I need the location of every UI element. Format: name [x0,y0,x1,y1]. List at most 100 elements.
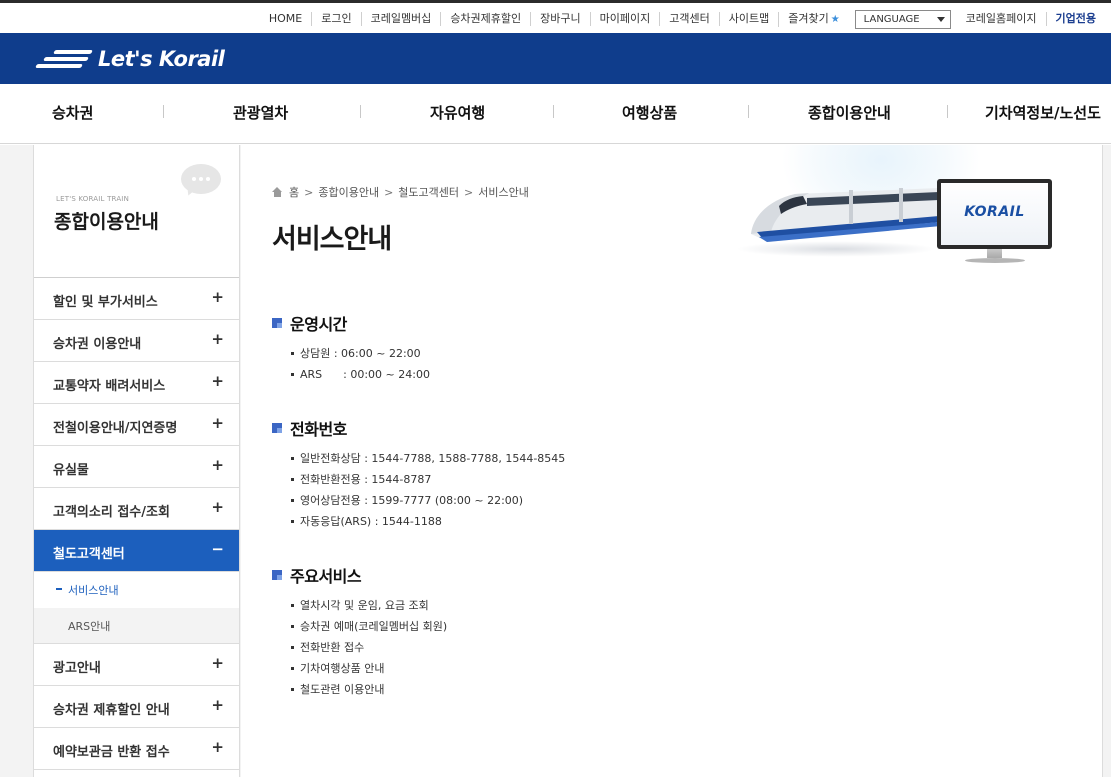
plus-icon: + [211,498,224,516]
sitemap-link[interactable]: 사이트맵 [718,12,778,26]
sidebar-item-label: 철도고객센터 [53,547,125,562]
customer-center-link[interactable]: 고객센터 [659,12,718,26]
plus-icon: + [211,654,224,672]
plus-icon: + [211,696,224,714]
sidebar-item-label: 고객의소리 접수/조회 [53,505,170,520]
sidebar-item-label: 전철이용안내/지연증명 [53,421,178,436]
banner-brand: KORAIL [964,204,1025,220]
breadcrumb-general-guide[interactable]: 종합이용안내 [318,184,379,200]
minus-icon: − [211,540,224,558]
list-item: 상담원 : 06:00 ~ 22:00 [272,343,430,364]
plus-icon: + [211,288,224,306]
sidebar-item-lost-found[interactable]: 유실물 + [34,446,239,488]
section-main-services: 주요서비스 열차시각 및 운임, 요금 조회 승차권 예매(코레일멤버십 회원)… [272,564,447,700]
plus-icon: + [211,372,224,390]
sidebar-subitem-ars-guide[interactable]: ARS안내 [34,608,239,644]
sidebar-subitem-service-guide[interactable]: 서비스안내 [34,572,239,608]
section-title: 전화번호 [290,420,347,439]
nav-travel-products[interactable]: 여행상품 [622,102,677,123]
breadcrumb-current: 서비스안내 [478,186,529,199]
mypage-link[interactable]: 마이페이지 [589,12,660,26]
sidebar-item-advertising[interactable]: 광고안내 + [34,644,239,686]
sidebar-item-customer-voice[interactable]: 고객의소리 접수/조회 + [34,488,239,530]
sidebar-item-customer-center[interactable]: 철도고객센터 − [34,530,239,572]
list-item: 기차여행상품 안내 [272,658,447,679]
section-title: 주요서비스 [290,567,362,586]
logo-band: Let's Korail [0,33,1111,84]
plus-icon: + [211,738,224,756]
list-item: ARS : 00:00 ~ 24:00 [272,364,430,385]
home-icon[interactable] [272,187,283,197]
korail-logo[interactable]: Let's Korail [35,45,225,73]
sidebar-item-discount[interactable]: 할인 및 부가서비스 + [34,278,239,320]
nav-tour-train[interactable]: 관광열차 [233,102,288,123]
sidebar-subitem-label: ARS안내 [68,620,111,633]
sidebar-item-partner-discount[interactable]: 승차권 제휴할인 안내 + [34,686,239,728]
star-icon: ★ [830,13,840,25]
square-bullet-icon [272,318,282,328]
dash-icon [56,588,62,590]
sidebar-item-label: 광고안내 [53,661,101,676]
sidebar-item-label: 승차권 제휴할인 안내 [53,703,170,718]
sidebar-item-label: 승차권 이용안내 [53,337,142,352]
breadcrumb: 홈 > 종합이용안내 > 철도고객센터 > 서비스안내 [272,184,529,200]
page-title: 서비스안내 [272,224,392,255]
favorites-label: 즐겨찾기 [788,11,829,25]
nav-separator [553,105,554,118]
breadcrumb-home[interactable]: 홈 [289,184,299,200]
section-phone-numbers: 전화번호 일반전화상담 : 1544-7788, 1588-7788, 1544… [272,417,565,532]
sidebar: LET'S KORAIL TRAIN 종합이용안내 할인 및 부가서비스 + 승차… [33,145,240,777]
ticket-discount-link[interactable]: 승차권제휴할인 [440,12,530,26]
sidebar-item-label: 교통약자 배려서비스 [53,379,166,394]
corporate-link[interactable]: 기업전용 [1045,12,1105,26]
sidebar-subitem-label: 서비스안내 [68,584,119,597]
nav-separator [163,105,164,118]
nav-station-info[interactable]: 기차역정보/노선도 [985,102,1101,123]
plus-icon: + [211,456,224,474]
list-item: 철도관련 이용안내 [272,679,447,700]
cart-link[interactable]: 장바구니 [530,12,589,26]
language-select[interactable]: LANGUAGE [854,9,951,29]
banner-art: KORAIL [721,145,1103,275]
favorites-link[interactable]: 즐겨찾기 ★ [778,11,848,27]
main-content: KORAIL 홈 > 종합이용안내 > 철도고객센터 > 서비스안내 서비스안내… [241,145,1103,777]
list-item: 일반전화상담 : 1544-7788, 1588-7788, 1544-8545 [272,448,565,469]
nav-separator [748,105,749,118]
nav-general-guide[interactable]: 종합이용안내 [808,102,891,123]
breadcrumb-customer-center[interactable]: 철도고객센터 [398,184,459,200]
list-item: 영어상담전용 : 1599-7777 (08:00 ~ 22:00) [272,490,565,511]
membership-link[interactable]: 코레일멤버십 [360,12,441,26]
list-item: 승차권 예매(코레일멤버십 회원) [272,616,447,637]
plus-icon: + [211,330,224,348]
sidebar-item-label: 예약보관금 반환 접수 [53,745,170,760]
logo-text: Let's Korail [98,47,225,71]
home-link[interactable]: HOME [260,12,311,26]
sidebar-item-label: 할인 및 부가서비스 [53,295,158,310]
monitor-icon: KORAIL [937,179,1052,265]
nav-separator [360,105,361,118]
list-item: 전화반환 접수 [272,637,447,658]
sidebar-item-mobility-service[interactable]: 교통약자 배려서비스 + [34,362,239,404]
nav-ticket[interactable]: 승차권 [52,102,93,123]
sidebar-header: LET'S KORAIL TRAIN 종합이용안내 [34,145,239,278]
section-title: 운영시간 [290,315,347,334]
sidebar-title: 종합이용안내 [54,211,159,233]
nav-separator [947,105,948,118]
sidebar-item-ticket-guide[interactable]: 승차권 이용안내 + [34,320,239,362]
section-operating-hours: 운영시간 상담원 : 06:00 ~ 22:00 ARS : 00:00 ~ 2… [272,312,430,385]
list-item: 전화반환전용 : 1544-8787 [272,469,565,490]
nav-free-travel[interactable]: 자유여행 [430,102,485,123]
sidebar-item-deposit-refund[interactable]: 예약보관금 반환 접수 + [34,728,239,770]
logo-stripes-icon [35,48,96,70]
ktx-train-icon [751,188,941,242]
list-item: 자동응답(ARS) : 1544-1188 [272,511,565,532]
sidebar-item-label: 유실물 [53,463,89,478]
korail-homepage-link[interactable]: 코레일홈페이지 [957,12,1046,26]
plus-icon: + [211,414,224,432]
sidebar-item-subway-delay[interactable]: 전철이용안내/지연증명 + [34,404,239,446]
main-nav: 승차권 관광열차 자유여행 여행상품 종합이용안내 기차역정보/노선도 [0,84,1111,144]
speech-bubble-icon [181,164,221,198]
login-link[interactable]: 로그인 [311,12,360,26]
square-bullet-icon [272,570,282,580]
caret-down-icon [936,16,945,22]
